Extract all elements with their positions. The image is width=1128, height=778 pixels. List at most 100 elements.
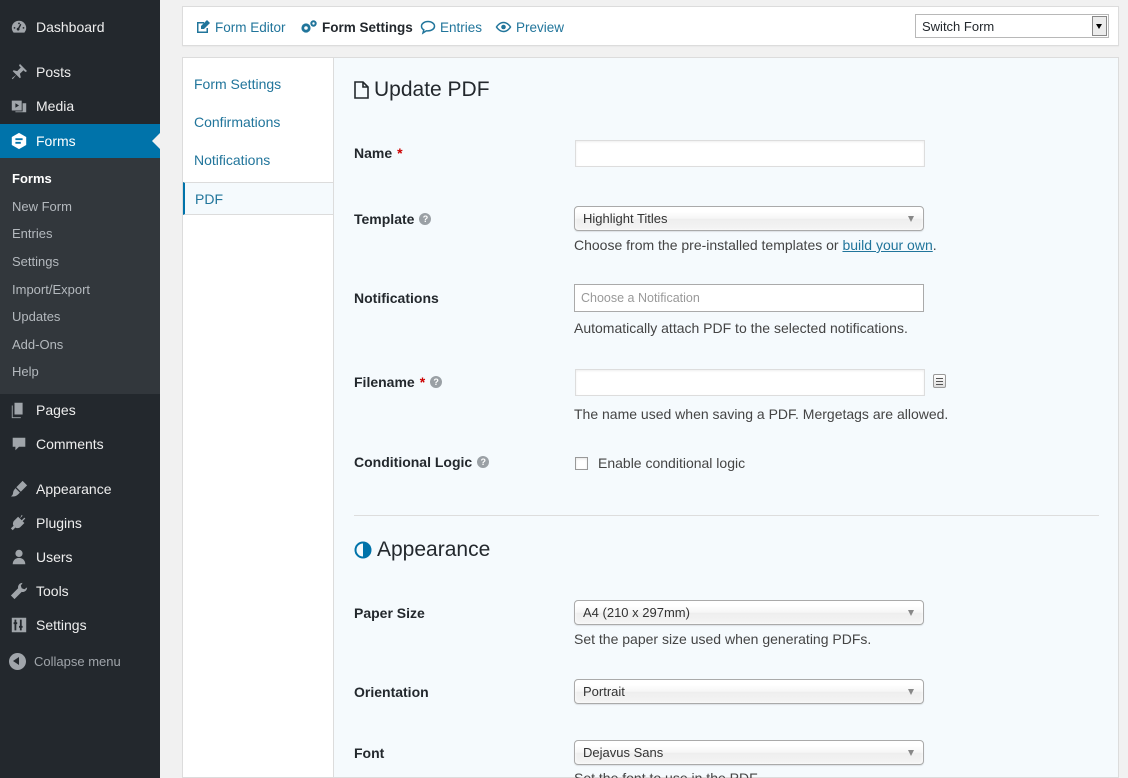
menu-item-posts[interactable]: Posts	[0, 55, 160, 89]
forms-icon	[0, 132, 36, 150]
paper-size-select[interactable]: A4 (210 x 297mm)	[574, 600, 924, 625]
appearance-title: Appearance	[377, 538, 491, 561]
media-icon	[0, 97, 36, 115]
settings-tab-pdf[interactable]: PDF	[183, 182, 334, 215]
orientation-select[interactable]: Portrait	[574, 679, 924, 704]
conditional-logic-checkbox-label[interactable]: Enable conditional logic	[598, 455, 745, 471]
switch-form-select[interactable]: Switch Form	[915, 14, 1109, 38]
template-label-row: Template ?	[354, 211, 432, 227]
menu-item-tools[interactable]: Tools	[0, 574, 160, 608]
menu-label-users: Users	[36, 549, 73, 565]
orientation-value: Portrait	[583, 684, 625, 699]
menu-item-pages[interactable]: Pages	[0, 393, 160, 427]
font-select[interactable]: Dejavus Sans	[574, 740, 924, 765]
notifications-description: Automatically attach PDF to the selected…	[574, 320, 908, 336]
filename-label: Filename	[354, 374, 415, 390]
notifications-label: Notifications	[354, 290, 439, 306]
paper-size-value: A4 (210 x 297mm)	[583, 605, 690, 620]
sliders-icon	[0, 616, 36, 634]
menu-label-pages: Pages	[36, 402, 76, 418]
notifications-placeholder: Choose a Notification	[581, 291, 700, 305]
notifications-select[interactable]: Choose a Notification	[574, 284, 924, 312]
conditional-logic-label: Conditional Logic	[354, 454, 473, 470]
menu-label-plugins: Plugins	[36, 515, 82, 531]
form-editor-link[interactable]: Form Editor	[195, 7, 286, 47]
dropdown-arrow-icon	[1092, 16, 1107, 36]
menu-item-media[interactable]: Media	[0, 89, 160, 123]
document-icon	[354, 81, 369, 99]
entries-link[interactable]: Entries	[420, 7, 482, 47]
dashboard-icon	[0, 18, 36, 36]
settings-tab-notifications[interactable]: Notifications	[183, 141, 334, 179]
filename-description: The name used when saving a PDF. Mergeta…	[574, 406, 949, 422]
pages-icon	[0, 401, 36, 419]
name-label-row: Name *	[354, 145, 403, 161]
help-icon[interactable]: ?	[419, 213, 432, 225]
conditional-logic-label-row: Conditional Logic ?	[354, 454, 490, 470]
contrast-icon	[354, 541, 372, 559]
help-icon[interactable]: ?	[430, 376, 443, 388]
menu-label-settings: Settings	[36, 617, 87, 633]
menu-item-plugins[interactable]: Plugins	[0, 506, 160, 540]
notifications-label-row: Notifications	[354, 290, 439, 306]
preview-link[interactable]: Preview	[495, 7, 564, 47]
collapse-menu-label: Collapse menu	[34, 653, 121, 669]
menu-item-settings[interactable]: Settings	[0, 608, 160, 642]
form-settings-label: Form Settings	[322, 19, 413, 35]
menu-label-comments: Comments	[36, 436, 104, 452]
menu-item-users[interactable]: Users	[0, 540, 160, 574]
update-pdf-heading: Update PDF	[354, 78, 490, 102]
update-pdf-title: Update PDF	[374, 78, 490, 101]
form-settings-link[interactable]: Form Settings	[300, 7, 413, 47]
template-select[interactable]: Highlight Titles	[574, 206, 924, 231]
submenu-item-help[interactable]: Help	[0, 358, 160, 386]
form-editor-label: Form Editor	[215, 19, 286, 35]
section-divider	[354, 515, 1099, 516]
menu-item-comments[interactable]: Comments	[0, 427, 160, 461]
template-description: Choose from the pre-installed templates …	[574, 237, 937, 253]
pdf-settings-panel: Update PDF Name * Template ? Highlight T…	[333, 57, 1119, 778]
submenu-item-entries[interactable]: Entries	[0, 220, 160, 248]
template-value: Highlight Titles	[583, 211, 668, 226]
menu-label-tools: Tools	[36, 583, 69, 599]
menu-label-dashboard: Dashboard	[36, 19, 105, 35]
submenu-item-add-ons[interactable]: Add-Ons	[0, 331, 160, 359]
font-description: Set the font to use in the PDF.	[574, 770, 760, 778]
menu-label-appearance: Appearance	[36, 481, 112, 497]
font-label: Font	[354, 745, 385, 761]
merge-tags-icon[interactable]	[933, 374, 946, 388]
menu-label-posts: Posts	[36, 64, 72, 80]
submenu-item-settings[interactable]: Settings	[0, 248, 160, 276]
submenu-item-forms[interactable]: Forms	[0, 165, 160, 193]
submenu-item-new-form[interactable]: New Form	[0, 193, 160, 221]
paper-size-label: Paper Size	[354, 605, 425, 621]
submenu-item-import-export[interactable]: Import/Export	[0, 275, 160, 303]
settings-tab-confirmations[interactable]: Confirmations	[183, 103, 334, 141]
menu-item-appearance[interactable]: Appearance	[0, 472, 160, 506]
paper-size-description: Set the paper size used when generating …	[574, 631, 872, 647]
preview-label: Preview	[516, 19, 565, 35]
forms-submenu: Forms New Form Entries Settings Import/E…	[0, 158, 160, 394]
settings-nav: Form Settings Confirmations Notification…	[182, 57, 334, 778]
menu-item-forms[interactable]: Forms	[0, 124, 160, 158]
collapse-menu-button[interactable]: Collapse menu	[0, 648, 160, 674]
settings-tab-form-settings[interactable]: Form Settings	[183, 65, 334, 103]
template-label: Template	[354, 211, 415, 227]
submenu-item-updates[interactable]: Updates	[0, 303, 160, 331]
menu-label-forms: Forms	[36, 133, 76, 149]
help-icon[interactable]: ?	[477, 456, 490, 468]
wrench-icon	[0, 582, 36, 600]
menu-item-dashboard[interactable]: Dashboard	[0, 10, 160, 44]
conditional-logic-checkbox[interactable]	[575, 457, 588, 470]
orientation-label: Orientation	[354, 684, 429, 700]
edit-icon	[197, 20, 210, 33]
eye-icon	[495, 21, 512, 33]
filename-input[interactable]	[575, 369, 925, 396]
collapse-arrow-icon	[9, 652, 26, 670]
admin-sidebar: Dashboard Posts Media Forms Forms New Fo…	[0, 0, 160, 778]
gears-icon	[301, 20, 317, 33]
form-toolbar: Form Editor Form Settings Entries Previe…	[182, 6, 1119, 46]
build-your-own-link[interactable]: build your own	[842, 237, 932, 253]
name-input[interactable]	[575, 140, 925, 167]
switch-form-label: Switch Form	[922, 18, 995, 34]
